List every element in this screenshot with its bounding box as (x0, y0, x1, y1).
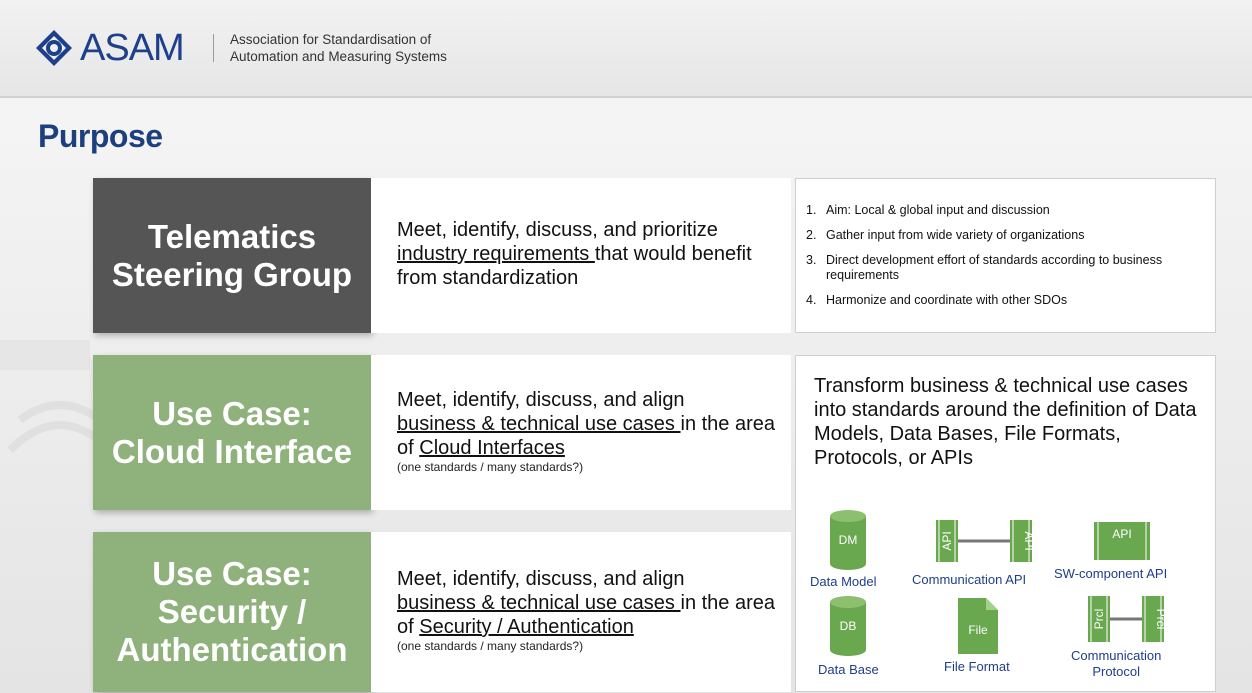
aim-text: Direct development effort of standards a… (826, 253, 1163, 282)
protocol-label-line1: Communication (1071, 648, 1162, 663)
communication-protocol-icon: Prcl Prcl (1088, 596, 1166, 642)
row3-title-line2: Security / (157, 593, 307, 630)
row3-title-line1: Use Case: (152, 555, 312, 592)
row3-desc-link2: Security / Authentication (419, 616, 634, 638)
row2-title-line1: Use Case: (152, 394, 312, 432)
data-model-icon: DM (830, 510, 866, 570)
protocol-glyph-right: Prcl (1154, 609, 1166, 630)
aim-item: 4. Harmonize and coordinate with other SD… (806, 293, 1201, 308)
data-model-label: Data Model (810, 574, 877, 589)
aim-num: 2. (806, 228, 817, 242)
use-case-security-title: Use Case: Security / Authentication (93, 532, 371, 692)
transform-box: Transform business & technical use cases… (795, 355, 1216, 692)
sw-component-api-label: SW-component API (1054, 566, 1168, 581)
aim-item: 1. Aim: Local & global input and discussi… (806, 203, 1201, 218)
header-bar: ASAM Association for Standardisation of … (0, 0, 1252, 98)
comm-api-glyph-right: API (1022, 531, 1034, 550)
row3-description: Meet, identify, discuss, and align busin… (371, 532, 791, 692)
row3-desc-note: (one standards / many standards?) (397, 639, 584, 653)
telematics-steering-group-title: Telematics Steering Group (93, 178, 371, 333)
protocol-glyph-left: Prcl (1092, 609, 1106, 630)
row3-desc-pre: Meet, identify, discuss, and align (397, 568, 685, 590)
aim-num: 4. (806, 293, 817, 307)
aim-text: Aim: Local & global input and discussion (826, 203, 1050, 217)
sw-api-glyph: API (1112, 527, 1131, 541)
aims-list: 1. Aim: Local & global input and discussi… (806, 203, 1201, 318)
tagline-line-2: Automation and Measuring Systems (230, 49, 447, 64)
transform-text: Transform business & technical use cases… (814, 375, 1197, 469)
data-base-icon: DB (830, 596, 866, 656)
page-title: Purpose (38, 118, 163, 154)
row2-description: Meet, identify, discuss, and align busin… (371, 355, 791, 510)
asam-logo: ASAM (34, 24, 185, 72)
aim-text: Harmonize and coordinate with other SDOs (826, 293, 1068, 307)
row2-title-line2: Cloud Interface (111, 432, 353, 470)
comm-api-glyph-left: API (940, 531, 954, 550)
communication-protocol-label: Communication Protocol (1071, 648, 1161, 680)
use-case-cloud-interface-title: Use Case: Cloud Interface (93, 355, 371, 510)
aim-num: 3. (806, 253, 817, 267)
row2-desc-link: business & technical use cases (397, 413, 681, 435)
aim-item: 2. Gather input from wide variety of orga… (806, 228, 1201, 243)
communication-api-icon: API API (936, 520, 1034, 562)
row2-desc-note: (one standards / many standards?) (397, 460, 584, 474)
row1-description: Meet, identify, discuss, and prioritize … (371, 178, 791, 333)
aim-item: 3. Direct development effort of standards… (806, 253, 1201, 283)
data-base-glyph: DB (840, 619, 857, 633)
asam-logo-icon (36, 30, 72, 66)
row3-title-line3: Authentication (116, 631, 348, 668)
logo-text: ASAM (80, 26, 185, 69)
file-format-icon: File (958, 598, 998, 654)
data-model-glyph: DM (839, 533, 858, 547)
aim-num: 1. (806, 203, 817, 217)
row1-title-line1: Telematics (147, 217, 317, 255)
tagline-line-1: Association for Standardisation of (230, 32, 432, 47)
row1-desc-link: industry requirements (397, 243, 595, 265)
aims-box: 1. Aim: Local & global input and discussi… (795, 178, 1216, 333)
row1-title-line2: Steering Group (111, 255, 353, 293)
data-base-label: Data Base (818, 662, 879, 677)
communication-api-label: Communication API (912, 572, 1027, 587)
file-format-label: File Format (944, 659, 1010, 674)
header-divider (213, 34, 214, 62)
sw-component-api-icon: API (1094, 522, 1150, 560)
row2-desc-link2: Cloud Interfaces (419, 437, 565, 459)
file-format-glyph: File (968, 623, 988, 637)
aim-text: Gather input from wide variety of organi… (826, 228, 1085, 242)
row2-desc-pre: Meet, identify, discuss, and align (397, 389, 685, 411)
row1-desc-pre: Meet, identify, discuss, and prioritize (397, 219, 718, 241)
row3-desc-link: business & technical use cases (397, 592, 681, 614)
protocol-label-line2: Protocol (1092, 664, 1141, 679)
tagline: Association for Standardisation of Autom… (230, 31, 447, 65)
